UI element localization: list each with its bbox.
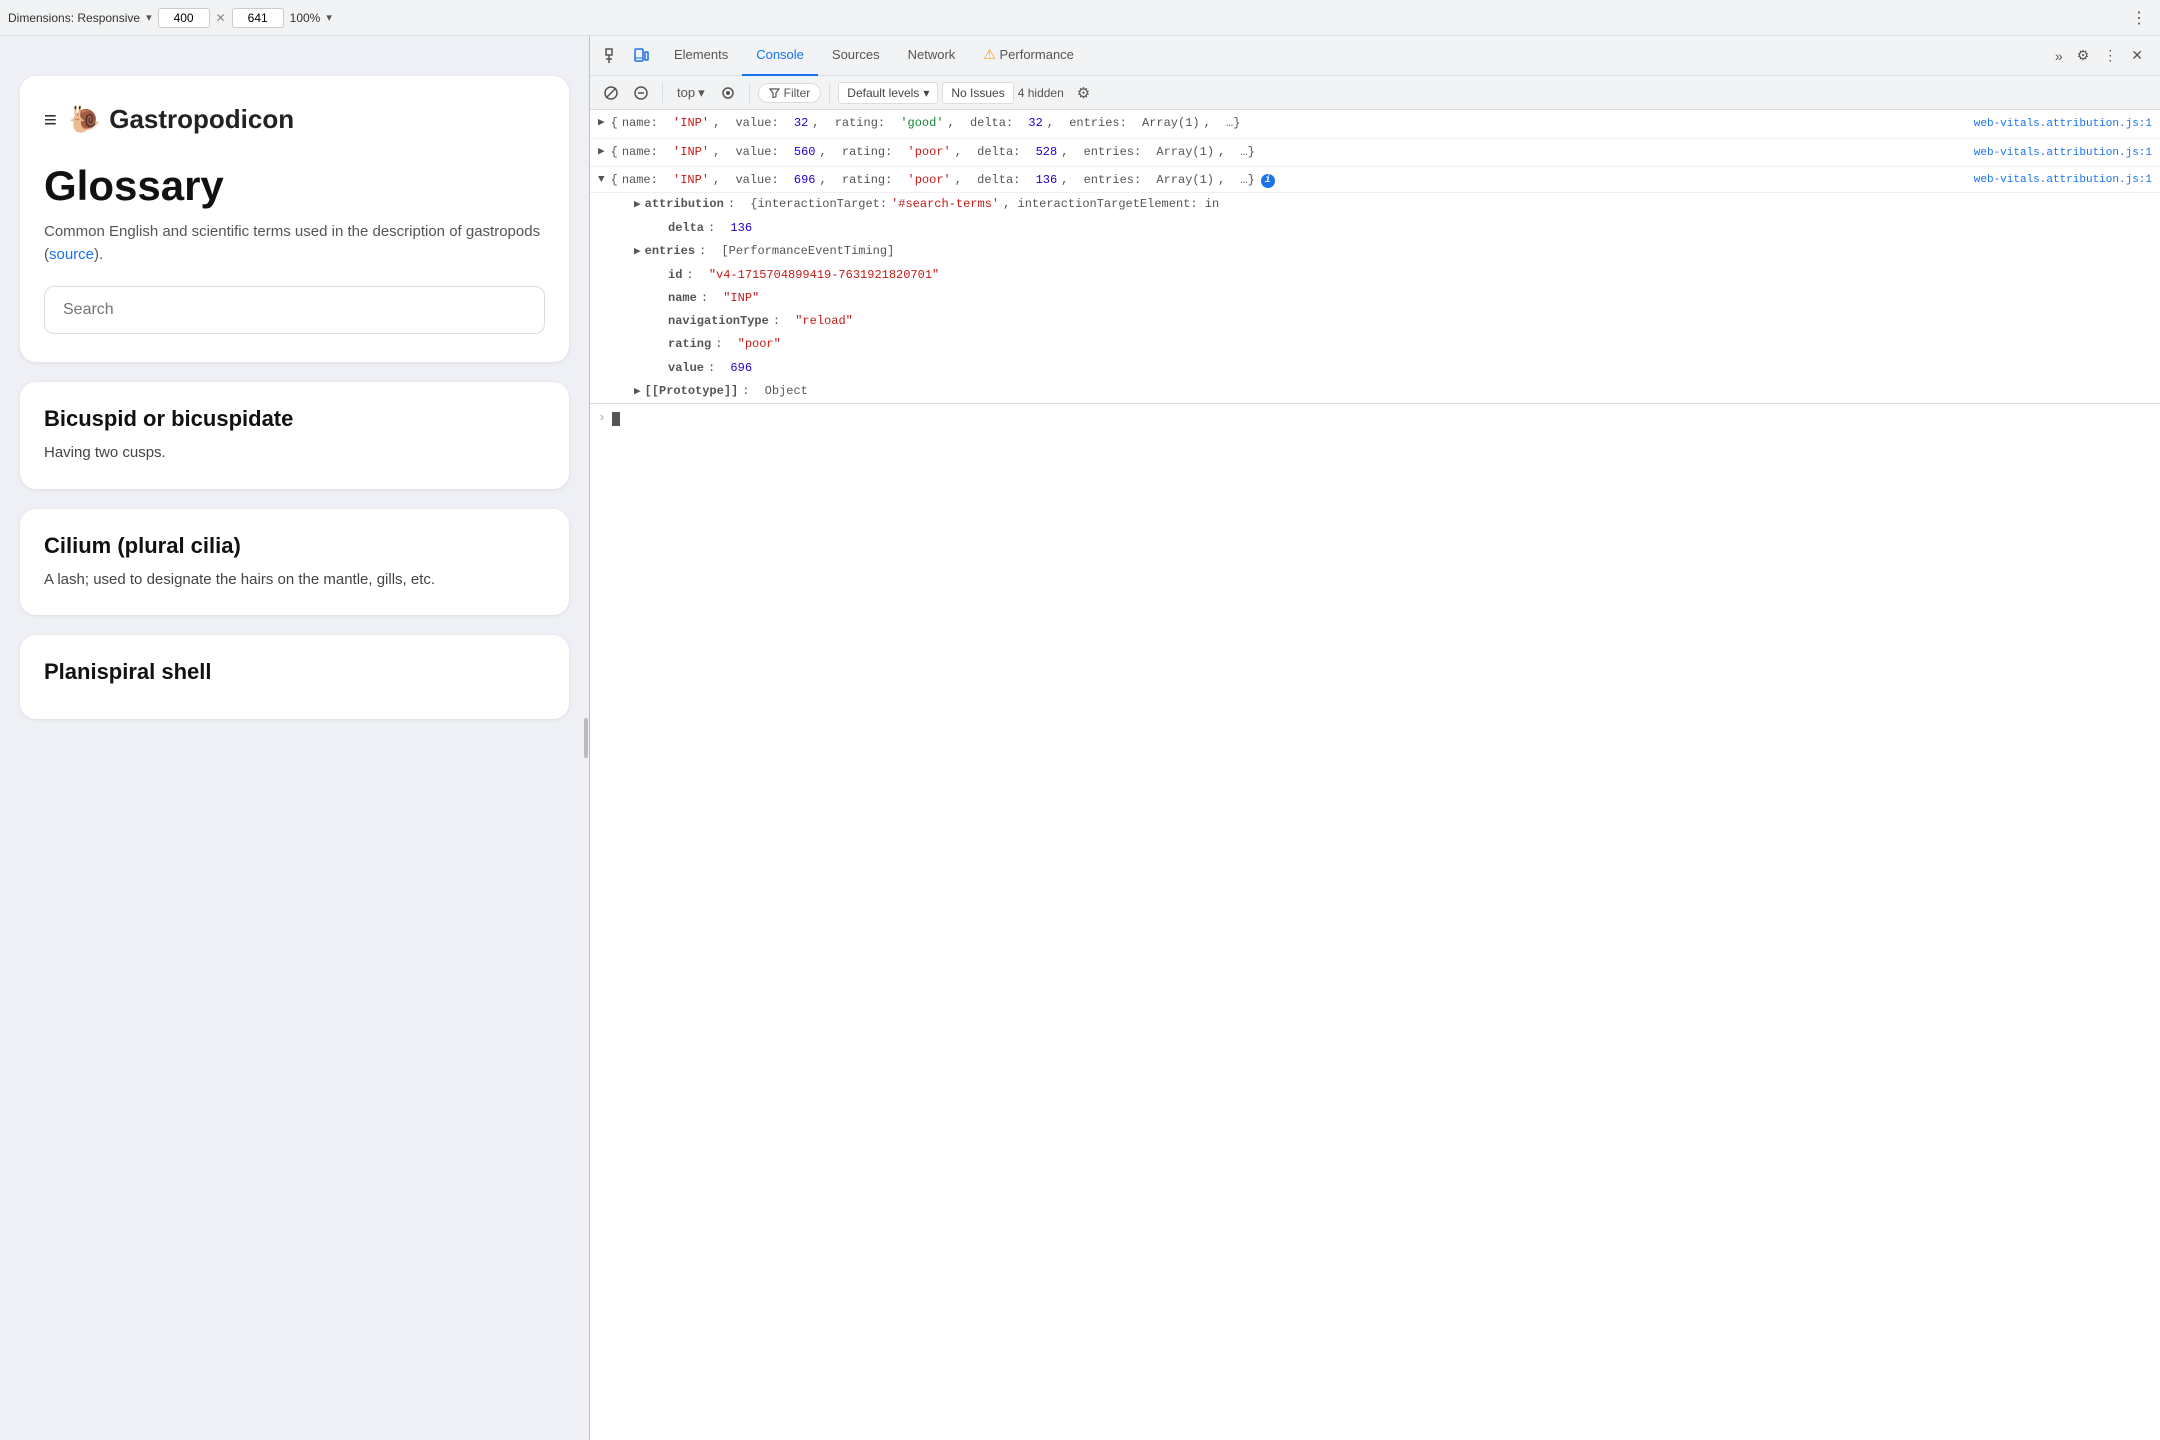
zoom-label[interactable]: 100%	[290, 11, 321, 25]
toolbar-right: ⋮	[2126, 5, 2152, 31]
site-title: Gastropodicon	[109, 104, 294, 135]
tab-more: » ⚙ ⋮ ✕	[2050, 43, 2156, 68]
prop-attribution[interactable]: ▶ attribution: {interactionTarget: '#sea…	[590, 193, 2160, 217]
device-toolbar-button[interactable]	[628, 44, 654, 68]
prop-rating: rating: "poor"	[590, 333, 2160, 356]
console-cursor	[612, 412, 620, 426]
prop-name: name: "INP"	[590, 287, 2160, 310]
log-entry-3[interactable]: ▼ {name: 'INP', value: 696, rating: 'poo…	[590, 167, 2160, 193]
term-desc-cilium: A lash; used to designate the hairs on t…	[44, 569, 545, 592]
tab-icons-left	[594, 44, 660, 68]
expand-arrow-entries[interactable]: ▶	[634, 243, 641, 262]
expand-arrow-2[interactable]: ▶	[598, 143, 605, 162]
devtools-close-button[interactable]: ✕	[2126, 43, 2148, 68]
term-card-planispiral: Planispiral shell	[20, 635, 569, 719]
no-issues-badge: No Issues	[942, 82, 1013, 104]
inspect-element-button[interactable]	[600, 44, 626, 68]
filter-section[interactable]: Filter	[758, 83, 822, 103]
resize-handle[interactable]	[583, 36, 589, 1440]
site-logo: 🐌 Gastropodicon	[69, 104, 294, 135]
log-content-2: {name: 'INP', value: 560, rating: 'poor'…	[611, 143, 2152, 163]
expand-arrow-prototype[interactable]: ▶	[634, 383, 641, 402]
clear-button[interactable]	[628, 83, 654, 103]
prop-value: value: 696	[590, 357, 2160, 380]
context-selector[interactable]: top ▾	[671, 82, 711, 104]
log-levels-button[interactable]: Default levels ▾	[838, 82, 938, 104]
glossary-title: Glossary	[44, 163, 545, 209]
tab-performance[interactable]: ⚠ Performance	[969, 36, 1088, 76]
source-link-2[interactable]: web-vitals.attribution.js:1	[1966, 145, 2152, 163]
ban-button[interactable]	[598, 83, 624, 103]
performance-warning-icon: ⚠	[983, 46, 996, 63]
source-link-1[interactable]: web-vitals.attribution.js:1	[1966, 116, 2152, 134]
main-split: ≡ 🐌 Gastropodicon Glossary Common Englis…	[0, 36, 2160, 1440]
devtools-panel: Elements Console Sources Network ⚠ Perfo…	[590, 36, 2160, 1440]
zoom-dropdown-arrow[interactable]: ▾	[326, 11, 332, 24]
tab-network[interactable]: Network	[894, 36, 970, 76]
console-prompt-icon: ›	[598, 408, 606, 429]
console-input-row[interactable]: ›	[590, 403, 2160, 433]
hidden-count-badge: 4 hidden	[1018, 86, 1064, 100]
live-expressions-button[interactable]	[715, 83, 741, 103]
prop-navigation-type: navigationType: "reload"	[590, 310, 2160, 333]
dimensions-label[interactable]: Dimensions: Responsive	[8, 11, 140, 25]
toolbar-separator-1	[662, 83, 663, 103]
hamburger-icon[interactable]: ≡	[44, 109, 57, 131]
tab-sources[interactable]: Sources	[818, 36, 894, 76]
source-link-3[interactable]: web-vitals.attribution.js:1	[1966, 172, 2152, 190]
snail-icon: 🐌	[69, 104, 101, 135]
devtools-toolbar: top ▾ Filter Default levels ▾ No Issues …	[590, 76, 2160, 110]
info-badge: i	[1261, 174, 1275, 188]
glossary-description: Common English and scientific terms used…	[44, 221, 545, 266]
prop-prototype[interactable]: ▶ [[Prototype]]: Object	[590, 380, 2160, 404]
log-content-3: {name: 'INP', value: 696, rating: 'poor'…	[611, 171, 2152, 190]
more-tabs-button[interactable]: »	[2050, 44, 2068, 68]
devtools-tabs: Elements Console Sources Network ⚠ Perfo…	[590, 36, 2160, 76]
term-title-cilium: Cilium (plural cilia)	[44, 533, 545, 559]
height-input[interactable]	[232, 8, 284, 28]
toolbar-separator-2	[749, 83, 750, 103]
term-title-planispiral: Planispiral shell	[44, 659, 545, 685]
log-entry-2[interactable]: ▶ {name: 'INP', value: 560, rating: 'poo…	[590, 139, 2160, 168]
prop-id: id: "v4-1715704899419-7631921820701"	[590, 264, 2160, 287]
search-input[interactable]	[44, 286, 545, 334]
log-entry-1[interactable]: ▶ {name: 'INP', value: 32, rating: 'good…	[590, 110, 2160, 139]
console-log: ▶ {name: 'INP', value: 32, rating: 'good…	[590, 110, 2160, 1440]
expand-arrow-1[interactable]: ▶	[598, 114, 605, 133]
source-link[interactable]: source	[49, 246, 94, 263]
tab-console[interactable]: Console	[742, 36, 818, 76]
term-title-bicuspid: Bicuspid or bicuspidate	[44, 406, 545, 432]
browser-preview: ≡ 🐌 Gastropodicon Glossary Common Englis…	[0, 36, 590, 1440]
log-content-1: {name: 'INP', value: 32, rating: 'good',…	[611, 114, 2152, 134]
page-content: ≡ 🐌 Gastropodicon Glossary Common Englis…	[0, 36, 589, 1440]
dimensions-dropdown-arrow[interactable]: ▾	[146, 11, 152, 24]
term-card-bicuspid: Bicuspid or bicuspidate Having two cusps…	[20, 382, 569, 489]
console-settings-button[interactable]: ⚙	[1072, 81, 1095, 105]
prop-delta: delta: 136	[590, 217, 2160, 240]
glossary-card: ≡ 🐌 Gastropodicon Glossary Common Englis…	[20, 76, 569, 362]
dimension-x-separator: ✕	[216, 11, 226, 25]
devtools-overflow-button[interactable]: ⋮	[2098, 43, 2122, 68]
tab-elements[interactable]: Elements	[660, 36, 742, 76]
overflow-menu-button[interactable]: ⋮	[2126, 5, 2152, 31]
top-bar: Dimensions: Responsive ▾ ✕ 100% ▾ ⋮	[0, 0, 2160, 36]
toolbar-separator-3	[829, 83, 830, 103]
term-desc-bicuspid: Having two cusps.	[44, 442, 545, 465]
term-card-cilium: Cilium (plural cilia) A lash; used to de…	[20, 509, 569, 616]
prop-entries[interactable]: ▶ entries: [PerformanceEventTiming]	[590, 240, 2160, 264]
toolbar-left: Dimensions: Responsive ▾ ✕ 100% ▾	[8, 8, 332, 28]
width-input[interactable]	[158, 8, 210, 28]
devtools-settings-button[interactable]: ⚙	[2072, 43, 2095, 68]
expand-arrow-attribution[interactable]: ▶	[634, 196, 641, 215]
site-header: ≡ 🐌 Gastropodicon	[44, 104, 545, 135]
resize-handle-bar	[584, 718, 588, 758]
expand-arrow-3[interactable]: ▼	[598, 171, 605, 190]
